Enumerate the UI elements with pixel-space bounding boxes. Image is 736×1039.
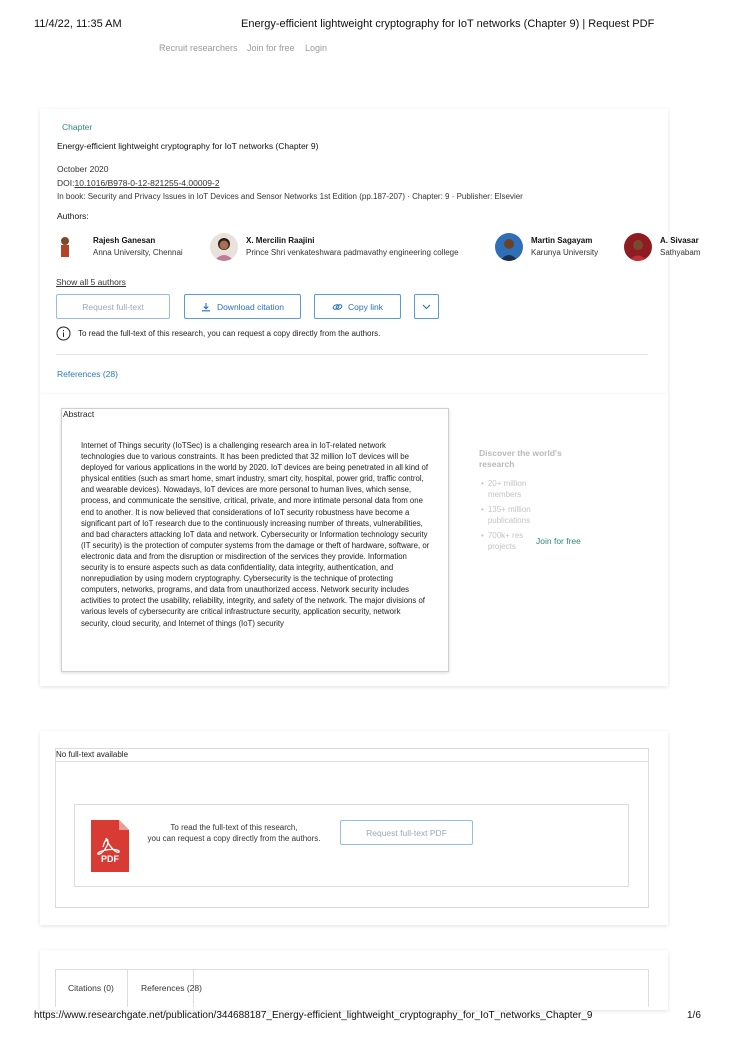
author-name[interactable]: Rajesh Ganesan	[93, 236, 155, 245]
fulltext-message-line1: To read the full-text of this research,	[170, 823, 298, 832]
request-full-text-button[interactable]: Request full-text	[56, 294, 170, 319]
stat-text: 20+ million members	[487, 479, 527, 499]
author-avatar-1[interactable]	[56, 233, 84, 261]
fulltext-inner-box	[74, 804, 629, 887]
bullet: •	[481, 479, 484, 488]
publication-type[interactable]: Chapter	[62, 122, 92, 132]
print-datetime: 11/4/22, 11:35 AM	[34, 18, 122, 30]
publication-title: Energy-efficient lightweight cryptograph…	[57, 141, 319, 151]
sidebar-join-link[interactable]: Join for free	[536, 536, 581, 546]
fulltext-label-divider	[55, 761, 649, 762]
publication-date: October 2020	[57, 164, 109, 174]
tab-references[interactable]: References (28)	[141, 983, 202, 993]
print-title: Energy-efficient lightweight cryptograph…	[241, 18, 655, 30]
copy-link-label: Copy link	[348, 301, 383, 312]
author-name[interactable]: A. Sivasar	[660, 236, 706, 245]
doi-label: DOI:	[57, 178, 75, 188]
show-all-authors-link[interactable]: Show all 5 authors	[56, 277, 126, 287]
author-avatar-2[interactable]	[210, 233, 238, 261]
link-icon	[332, 302, 343, 312]
bullet: •	[481, 505, 484, 514]
download-citation-label: Download citation	[216, 301, 285, 312]
print-url: https://www.researchgate.net/publication…	[34, 1010, 593, 1021]
pdf-file-icon: PDF	[91, 820, 129, 872]
tab-citations[interactable]: Citations (0)	[68, 983, 114, 993]
info-icon	[56, 326, 71, 341]
book-info: In book: Security and Privacy Issues in …	[57, 192, 523, 201]
author-avatar-3[interactable]	[495, 233, 523, 261]
doi-line: DOI:10.1016/B978-0-12-821255-4.00009-2	[57, 178, 220, 188]
stat-text: 135+ million publications	[487, 505, 531, 525]
chevron-down-icon	[422, 304, 431, 310]
request-fulltext-pdf-label: Request full-text PDF	[366, 827, 447, 838]
request-full-text-label: Request full-text	[82, 301, 144, 312]
author-affiliation: Karunya University	[531, 248, 599, 257]
author-avatar-4[interactable]	[624, 233, 652, 261]
author-affiliation: Sathyabam	[660, 248, 701, 257]
abstract-text: Internet of Things security (IoTSec) is …	[81, 441, 430, 628]
join-for-free-link[interactable]: Join for free	[247, 43, 295, 53]
info-notice: To read the full-text of this research, …	[56, 326, 380, 341]
stats-list: • 20+ million members • 135+ million pub…	[481, 478, 541, 552]
author-name[interactable]: X. Mercilin Raajini	[246, 236, 314, 245]
print-page-number: 1/6	[687, 1010, 701, 1021]
references-link[interactable]: References (28)	[57, 369, 118, 379]
abstract-label: Abstract	[63, 409, 95, 419]
divider	[56, 354, 648, 355]
login-link[interactable]: Login	[305, 43, 327, 53]
info-text: To read the full-text of this research, …	[78, 329, 381, 338]
authors-label: Authors:	[57, 211, 89, 221]
stat-item: • 700k+ res projects	[481, 530, 541, 552]
recruit-researchers-link[interactable]: Recruit researchers	[159, 43, 238, 53]
discover-title: Discover the world's research	[479, 448, 562, 469]
copy-link-button[interactable]: Copy link	[314, 294, 401, 319]
download-citation-button[interactable]: Download citation	[184, 294, 301, 319]
pdf-icon-label: PDF	[101, 854, 119, 864]
fulltext-message: To read the full-text of this research, …	[136, 822, 332, 844]
bullet: •	[481, 531, 484, 540]
author-affiliation: Prince Shri venkateshwara padmavathy eng…	[246, 248, 459, 257]
stat-item: • 135+ million publications	[481, 504, 541, 526]
doi-link[interactable]: 10.1016/B978-0-12-821255-4.00009-2	[74, 178, 219, 188]
request-fulltext-pdf-button[interactable]: Request full-text PDF	[340, 820, 473, 845]
tab-divider	[127, 969, 128, 1007]
author-affiliation: Anna University, Chennai	[93, 248, 183, 257]
stat-item: • 20+ million members	[481, 478, 541, 500]
author-name[interactable]: Martin Sagayam	[531, 236, 592, 245]
stat-text: 700k+ res projects	[487, 531, 524, 551]
download-icon	[201, 302, 211, 312]
more-actions-dropdown[interactable]	[414, 294, 439, 319]
no-fulltext-label: No full-text available	[56, 750, 129, 759]
fulltext-message-line2: you can request a copy directly from the…	[147, 834, 321, 843]
